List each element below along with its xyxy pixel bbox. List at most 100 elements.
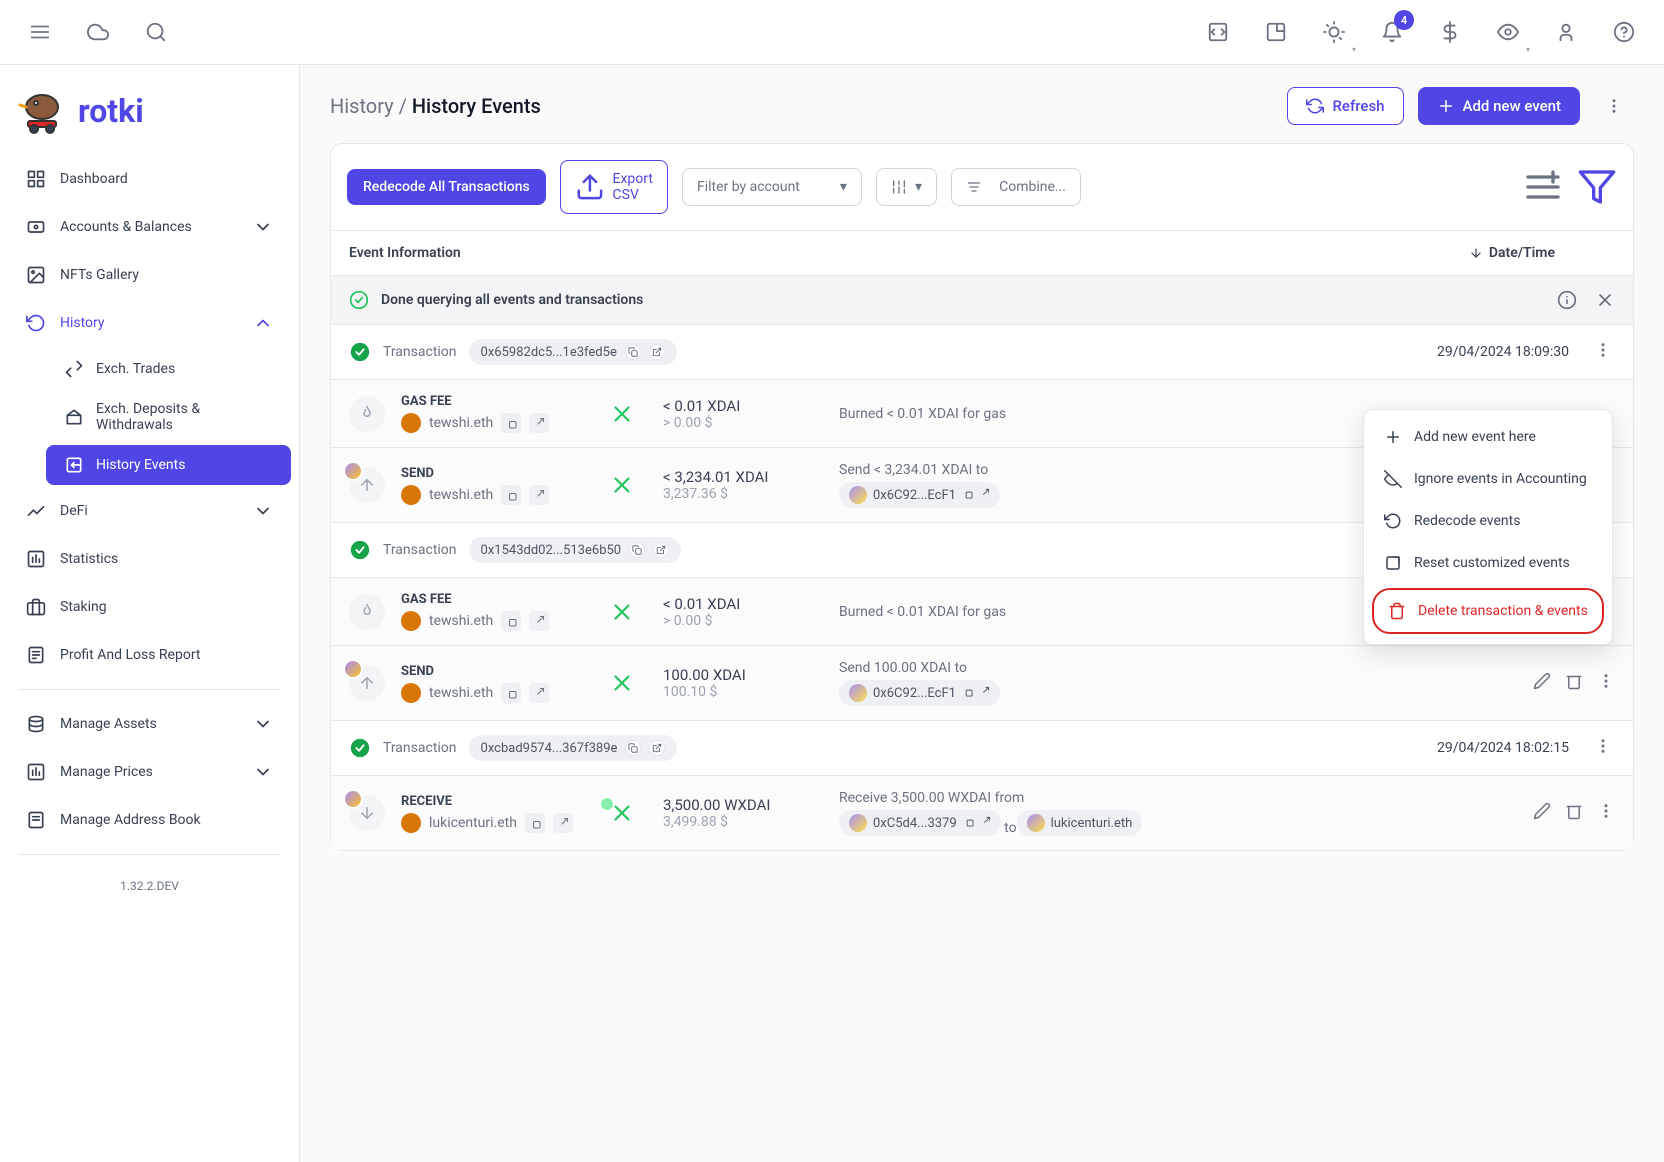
external-link-icon[interactable] [649, 740, 665, 756]
menu-delete[interactable]: Delete transaction & events [1372, 588, 1604, 634]
code-icon[interactable] [1198, 12, 1238, 52]
row-kebab-icon[interactable] [1597, 802, 1615, 824]
external-link-icon[interactable] [649, 344, 665, 360]
sidebar-item-nfts[interactable]: NFTs Gallery [8, 253, 291, 297]
page-kebab-icon[interactable] [1594, 87, 1634, 125]
menu-icon[interactable] [20, 12, 60, 52]
tx-hash-chip[interactable]: 0x65982dc5...1e3fed5e [469, 339, 677, 365]
menu-add-event[interactable]: Add new event here [1370, 416, 1606, 458]
external-link-icon[interactable] [979, 488, 990, 503]
delete-icon[interactable] [1565, 802, 1583, 824]
account-name[interactable]: tewshi.eth [429, 487, 493, 503]
toolbar: Redecode All Transactions Export CSV Fil… [331, 144, 1633, 230]
tx-label: Transaction [383, 740, 457, 756]
address-chip[interactable]: 0xC5d4...3379 [839, 810, 1001, 836]
account-name[interactable]: tewshi.eth [429, 613, 493, 629]
sidebar-item-exch-trades[interactable]: Exch. Trades [46, 349, 291, 389]
edit-icon[interactable] [1533, 802, 1551, 824]
sidebar-item-history[interactable]: History [8, 301, 291, 345]
fiat-amount: > 0.00 $ [663, 415, 823, 431]
sidebar-item-dashboard[interactable]: Dashboard [8, 157, 291, 201]
address-chip[interactable]: 0x6C92...EcF1 [839, 680, 1000, 706]
sidebar-item-defi[interactable]: DeFi [8, 489, 291, 533]
external-link-icon[interactable] [529, 413, 549, 433]
sidebar-item-address-book[interactable]: Manage Address Book [8, 798, 291, 842]
edit-icon[interactable] [1533, 672, 1551, 694]
sidebar-item-manage-prices[interactable]: Manage Prices [8, 750, 291, 794]
amount: < 0.01 XDAI [663, 397, 823, 415]
external-link-icon[interactable] [979, 686, 990, 701]
sidebar-item-statistics[interactable]: Statistics [8, 537, 291, 581]
theme-icon[interactable]: ▾ [1314, 12, 1354, 52]
external-link-icon[interactable] [529, 683, 549, 703]
sidebar-item-accounts[interactable]: Accounts & Balances [8, 205, 291, 249]
tx-kebab-icon[interactable] [1591, 341, 1615, 363]
row-kebab-icon[interactable] [1597, 672, 1615, 694]
search-icon[interactable] [136, 12, 176, 52]
tx-date: 29/04/2024 18:09:30 [1437, 344, 1569, 360]
tx-label: Transaction [383, 542, 457, 558]
privacy-icon[interactable]: ▾ [1488, 12, 1528, 52]
copy-icon[interactable] [525, 813, 545, 833]
sidebar-item-manage-assets[interactable]: Manage Assets [8, 702, 291, 746]
menu-redecode[interactable]: Redecode events [1370, 500, 1606, 542]
copy-icon[interactable] [625, 344, 641, 360]
add-event-button[interactable]: Add new event [1418, 87, 1581, 125]
account-name[interactable]: tewshi.eth [429, 685, 493, 701]
cloud-icon[interactable] [78, 12, 118, 52]
event-direction-icon [349, 665, 385, 701]
delete-icon[interactable] [1565, 672, 1583, 694]
filter-icon[interactable] [1577, 167, 1617, 207]
copy-icon[interactable] [501, 485, 521, 505]
copy-icon[interactable] [962, 686, 973, 701]
bell-icon[interactable]: 4 [1372, 12, 1412, 52]
help-icon[interactable] [1604, 12, 1644, 52]
tx-hash-chip[interactable]: 0x1543dd02...513e6b50 [469, 537, 682, 563]
sort-date-button[interactable]: Date/Time [1469, 245, 1555, 261]
external-link-icon[interactable] [980, 816, 991, 831]
external-link-icon[interactable] [553, 813, 573, 833]
event-direction-icon [349, 594, 385, 630]
account-name[interactable]: lukicenturi.eth [429, 815, 517, 831]
tx-hash-chip[interactable]: 0xcbad9574...367f389e [469, 735, 678, 761]
token-icon [597, 472, 647, 498]
sidebar-item-history-events[interactable]: History Events [46, 445, 291, 485]
export-csv-button[interactable]: Export CSV [560, 160, 668, 214]
address-chip[interactable]: 0x6C92...EcF1 [839, 482, 1000, 508]
user-icon[interactable] [1546, 12, 1586, 52]
info-icon[interactable] [1557, 290, 1577, 310]
event-direction-icon [349, 467, 385, 503]
copy-icon[interactable] [501, 413, 521, 433]
sidebar-item-pnl[interactable]: Profit And Loss Report [8, 633, 291, 677]
fiat-amount: 100.10 $ [663, 684, 823, 700]
menu-ignore[interactable]: Ignore events in Accounting [1370, 458, 1606, 500]
sidebar-item-exch-deposits[interactable]: Exch. Deposits & Withdrawals [46, 391, 291, 443]
copy-icon[interactable] [629, 542, 645, 558]
external-link-icon[interactable] [653, 542, 669, 558]
combine-select[interactable]: Combine... [951, 168, 1081, 206]
customize-columns-icon[interactable] [1523, 167, 1563, 207]
close-icon[interactable] [1595, 290, 1615, 310]
copy-icon[interactable] [625, 740, 641, 756]
copy-icon[interactable] [962, 488, 973, 503]
filter-settings-button[interactable]: ▾ [876, 168, 937, 206]
transaction-row: Transaction 0x65982dc5...1e3fed5e 29/04/… [331, 324, 1633, 379]
currency-icon[interactable] [1430, 12, 1470, 52]
address-chip[interactable]: lukicenturi.eth [1017, 810, 1143, 836]
logo[interactable]: rotki [0, 77, 299, 155]
copy-icon[interactable] [501, 611, 521, 631]
tx-kebab-icon[interactable] [1591, 737, 1615, 759]
menu-reset[interactable]: Reset customized events [1370, 542, 1606, 584]
external-link-icon[interactable] [529, 611, 549, 631]
rotki-logo-icon [18, 87, 66, 135]
refresh-button[interactable]: Refresh [1287, 87, 1403, 125]
copy-icon[interactable] [501, 683, 521, 703]
note-icon[interactable] [1256, 12, 1296, 52]
redecode-all-button[interactable]: Redecode All Transactions [347, 169, 546, 205]
external-link-icon[interactable] [529, 485, 549, 505]
account-name[interactable]: tewshi.eth [429, 415, 493, 431]
copy-icon[interactable] [963, 816, 974, 831]
transaction-row: Transaction 0xcbad9574...367f389e 29/04/… [331, 720, 1633, 775]
sidebar-item-staking[interactable]: Staking [8, 585, 291, 629]
filter-account-select[interactable]: Filter by account▾ [682, 168, 862, 206]
